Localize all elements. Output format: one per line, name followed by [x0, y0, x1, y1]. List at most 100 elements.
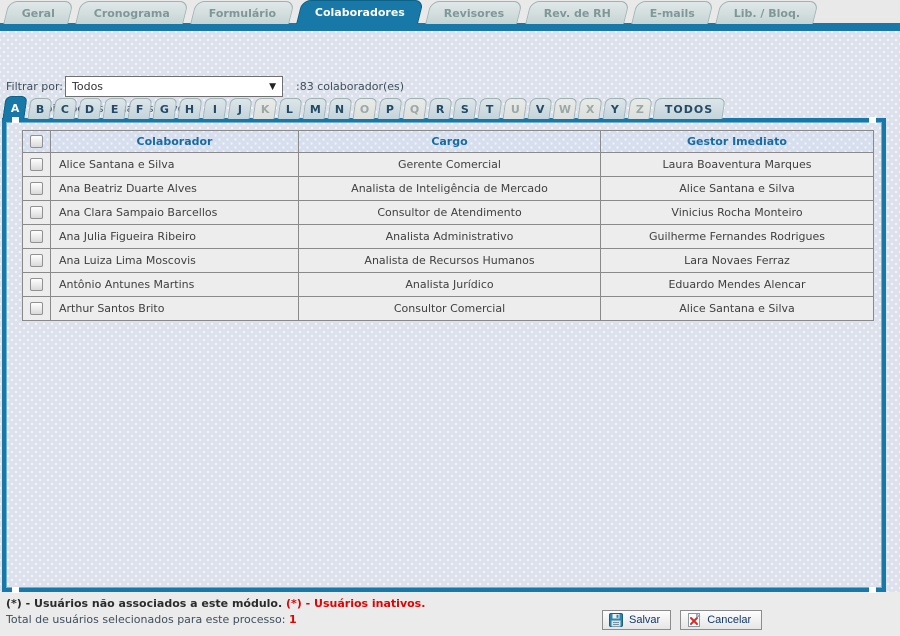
tab-label: Revisores [444, 7, 504, 20]
table-body: Alice Santana e SilvaGerente ComercialLa… [23, 153, 874, 321]
cargo-cell: Analista de Inteligência de Mercado [299, 177, 601, 201]
alpha-tab-q: Q [403, 98, 428, 119]
alpha-tab-f[interactable]: F [128, 98, 153, 119]
select-all-header-cell [23, 131, 51, 153]
alpha-tab-h[interactable]: H [178, 98, 203, 119]
collaborator-name-cell: Ana Clara Sampaio Barcellos [51, 201, 299, 225]
panel-corner-notch [12, 117, 19, 123]
gestor-cell: Alice Santana e Silva [601, 297, 874, 321]
alpha-tab-v[interactable]: V [528, 98, 553, 119]
collaborator-name-cell: Ana Luiza Lima Moscovis [51, 249, 299, 273]
alpha-tab-label: S [461, 103, 469, 116]
row-checkbox[interactable] [30, 158, 43, 171]
workspace: Filtrar por: Todos ▼ :83 colaborador(es)… [0, 24, 900, 592]
collaborator-name-cell: Arthur Santos Brito [51, 297, 299, 321]
alpha-tab-t[interactable]: T [478, 98, 503, 119]
table-row: Ana Beatriz Duarte AlvesAnalista de Inte… [23, 177, 874, 201]
tab-cronograma[interactable]: Cronograma [75, 1, 189, 24]
tab-label: Colaboradores [315, 6, 405, 19]
tab-formulario[interactable]: Formulário [190, 1, 295, 24]
alpha-tab-label: H [185, 103, 194, 116]
collaborator-count: :83 colaborador(es) [296, 80, 404, 93]
tab-colaboradores[interactable]: Colaboradores [296, 0, 424, 24]
tab-rev-de-rh[interactable]: Rev. de RH [525, 1, 630, 24]
alpha-tab-c[interactable]: C [53, 98, 78, 119]
row-checkbox-cell [23, 153, 51, 177]
alpha-tab-d[interactable]: D [78, 98, 103, 119]
alpha-tab-y[interactable]: Y [603, 98, 628, 119]
alpha-tab-label: F [136, 103, 144, 116]
collaborator-name-cell: Alice Santana e Silva [51, 153, 299, 177]
gestor-cell: Eduardo Mendes Alencar [601, 273, 874, 297]
gestor-cell: Vinicius Rocha Monteiro [601, 201, 874, 225]
alpha-tab-label: TODOS [665, 103, 713, 116]
alpha-tab-s[interactable]: S [453, 98, 478, 119]
footer: (*) - Usuários não associados a este mód… [0, 592, 900, 636]
cancel-button[interactable]: Cancelar [680, 610, 762, 630]
colaboradores-screen: { "tabs": [ {"label": "Geral", "active":… [0, 0, 900, 636]
alpha-tab-label: N [335, 103, 344, 116]
cargo-cell: Consultor Comercial [299, 297, 601, 321]
tab-revisores[interactable]: Revisores [426, 1, 524, 24]
alpha-tab-w: W [553, 98, 578, 119]
alpha-tab-e[interactable]: E [103, 98, 128, 119]
alpha-tab-g[interactable]: G [153, 98, 178, 119]
tab-label: Geral [22, 7, 55, 20]
row-checkbox-cell [23, 201, 51, 225]
alpha-tab-label: A [11, 102, 20, 115]
save-button[interactable]: Salvar [602, 610, 671, 630]
tab-e-mails[interactable]: E-mails [631, 1, 714, 24]
alpha-tab-r[interactable]: R [428, 98, 453, 119]
alpha-tab-label: C [61, 103, 69, 116]
cargo-cell: Analista Jurídico [299, 273, 601, 297]
filter-dropdown[interactable]: Todos ▼ [65, 76, 283, 97]
alpha-tab-label: M [309, 103, 320, 116]
gestor-cell: Alice Santana e Silva [601, 177, 874, 201]
accent-bar [0, 23, 900, 31]
save-button-label: Salvar [629, 614, 660, 626]
select-all-checkbox[interactable] [30, 135, 43, 148]
alpha-tab-x: X [578, 98, 603, 119]
alpha-tab-a[interactable]: A [2, 96, 27, 119]
alpha-tab-todos[interactable]: TODOS [653, 98, 726, 119]
collaborators-table: ColaboradorCargoGestor Imediato Alice Sa… [22, 130, 874, 321]
row-checkbox[interactable] [30, 206, 43, 219]
row-checkbox[interactable] [30, 182, 43, 195]
alpha-tab-j[interactable]: J [228, 98, 253, 119]
collaborators-panel: ColaboradorCargoGestor Imediato Alice Sa… [2, 118, 886, 592]
alpha-tab-m[interactable]: M [303, 98, 328, 119]
alpha-tab-n[interactable]: N [328, 98, 353, 119]
row-checkbox-cell [23, 225, 51, 249]
row-checkbox[interactable] [30, 278, 43, 291]
alpha-tab-b[interactable]: B [28, 98, 53, 119]
alpha-tab-label: P [386, 103, 394, 116]
tab-geral[interactable]: Geral [3, 1, 74, 24]
row-checkbox-cell [23, 177, 51, 201]
alpha-tab-label: I [213, 103, 217, 116]
footer-buttons: Salvar Cancelar [602, 610, 762, 630]
alpha-tab-label: W [559, 103, 571, 116]
tab-lib-bloq[interactable]: Lib. / Bloq. [715, 1, 819, 24]
cargo-cell: Analista de Recursos Humanos [299, 249, 601, 273]
note-inactive-users: (*) - Usuários inativos. [286, 597, 425, 610]
alpha-tab-label: O [360, 103, 369, 116]
collaborator-name-cell: Ana Julia Figueira Ribeiro [51, 225, 299, 249]
panel-corner-notch [12, 587, 19, 593]
alpha-tab-label: K [261, 103, 270, 116]
alpha-tab-l[interactable]: L [278, 98, 303, 119]
alpha-tab-label: J [238, 103, 242, 116]
main-tab-strip: Geral CronogramaFormulário Colaboradores Re… [6, 0, 823, 24]
alpha-tab-label: Z [636, 103, 644, 116]
row-checkbox[interactable] [30, 254, 43, 267]
gestor-cell: Lara Novaes Ferraz [601, 249, 874, 273]
filter-label: Filtrar por: [6, 80, 63, 93]
alpha-tab-label: Y [611, 103, 619, 116]
row-checkbox[interactable] [30, 230, 43, 243]
column-header-cargo: Cargo [299, 131, 601, 153]
alpha-tab-p[interactable]: P [378, 98, 403, 119]
alpha-tab-i[interactable]: I [203, 98, 228, 119]
table-header-row: ColaboradorCargoGestor Imediato [23, 131, 874, 153]
column-header-colaborador: Colaborador [51, 131, 299, 153]
alpha-tab-label: X [586, 103, 594, 116]
row-checkbox[interactable] [30, 302, 43, 315]
